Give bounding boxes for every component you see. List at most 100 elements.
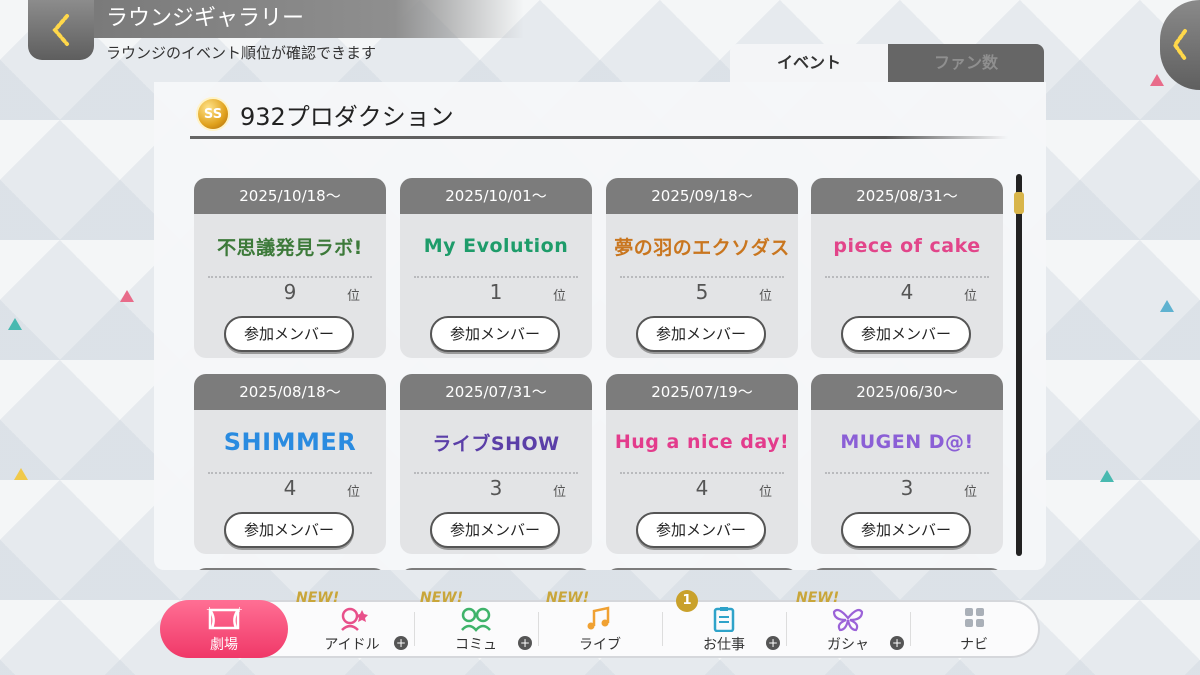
event-rank: 4 位: [606, 474, 798, 504]
nav-home-label: 劇場: [210, 637, 238, 653]
page-title: ラウンジギャラリー: [94, 0, 524, 38]
event-card: 2025/08/18～ SHIMMER 4 位 参加メンバー: [194, 374, 386, 554]
plus-icon: +: [890, 636, 904, 650]
nav-commu-button[interactable]: コミュ +: [414, 600, 538, 658]
idol-icon: [341, 607, 368, 631]
divider: [910, 612, 911, 646]
nav-label: ナビ: [960, 637, 988, 653]
rank-suffix: 位: [758, 485, 772, 500]
event-card-partial[interactable]: [606, 568, 798, 570]
nav-label: ライブ: [579, 637, 621, 653]
members-button[interactable]: 参加メンバー: [841, 512, 971, 548]
event-date: 2025/07/19～: [606, 374, 798, 410]
event-date: 2025/10/01～: [400, 178, 592, 214]
event-card: 2025/07/19～ Hug a nice day! 4 位 参加メンバー: [606, 374, 798, 554]
work-icon: [713, 607, 735, 632]
event-logo: Hug a nice day!: [614, 431, 790, 453]
rank-suffix: 位: [758, 289, 772, 304]
decor-triangle: [8, 318, 22, 330]
rank-suffix: 位: [346, 485, 360, 500]
event-card: 2025/07/31～ ライブSHOW 3 位 参加メンバー: [400, 374, 592, 554]
event-card-partial[interactable]: [194, 568, 386, 570]
decor-triangle: [120, 290, 134, 302]
chevron-left-icon: [52, 14, 69, 46]
event-logo: SHIMMER: [223, 428, 357, 456]
nav-home-button[interactable]: + + 劇場: [160, 600, 288, 658]
decor-triangle: [1150, 74, 1164, 86]
rank-suffix: 位: [963, 289, 977, 304]
members-button[interactable]: 参加メンバー: [224, 512, 354, 548]
scrollbar[interactable]: [1016, 174, 1022, 556]
members-button[interactable]: 参加メンバー: [430, 316, 560, 352]
event-date: 2025/09/18～: [606, 178, 798, 214]
event-card: 2025/10/18～ 不思議発見ラボ! 9 位 参加メンバー: [194, 178, 386, 358]
svg-text:+: +: [236, 605, 243, 614]
tab-fans[interactable]: ファン数: [888, 44, 1044, 82]
nav-live-button[interactable]: ライブ: [538, 600, 662, 658]
nav-idol-button[interactable]: アイドル +: [290, 600, 414, 658]
svg-text:+: +: [206, 605, 213, 614]
back-button[interactable]: [28, 0, 94, 60]
live-icon: [587, 606, 610, 630]
commu-icon: [461, 607, 491, 632]
event-rank: 4 位: [811, 278, 1003, 308]
plus-icon: +: [518, 636, 532, 650]
members-button[interactable]: 参加メンバー: [636, 316, 766, 352]
decor-triangle: [1160, 300, 1174, 312]
decor-triangle: [14, 468, 28, 480]
production-name: 932プロダクション: [240, 102, 454, 131]
event-date: 2025/06/30～: [811, 374, 1003, 410]
divider: [190, 136, 1008, 139]
rank-suffix: 位: [963, 485, 977, 500]
chevron-left-icon: [1172, 29, 1187, 61]
event-card: 2025/09/18～ 夢の羽のエクソダス 5 位 参加メンバー: [606, 178, 798, 358]
production-header: SS 932プロダクション: [196, 94, 454, 134]
event-date: 2025/10/18～: [194, 178, 386, 214]
event-logo: MUGEN D@!: [840, 431, 974, 453]
event-card-partial[interactable]: [811, 568, 1003, 570]
event-card: 2025/10/01～ My Evolution 1 位 参加メンバー: [400, 178, 592, 358]
members-button[interactable]: 参加メンバー: [841, 316, 971, 352]
theater-icon: + +: [206, 605, 243, 630]
scrollbar-thumb[interactable]: [1014, 192, 1024, 214]
event-rank: 3 位: [400, 474, 592, 504]
decor-triangle: [1100, 470, 1114, 482]
new-badge: NEW!: [796, 590, 840, 606]
event-logo: 夢の羽のエクソダス: [614, 236, 790, 259]
gacha-icon: [832, 608, 864, 632]
event-logo: ライブSHOW: [432, 432, 560, 455]
nav-gacha-button[interactable]: ガシャ +: [786, 600, 910, 658]
event-logo: piece of cake: [833, 235, 981, 257]
event-rank: 4 位: [194, 474, 386, 504]
gallery-panel: SS 932プロダクション 2025/10/18～ 不思議発見ラボ! 9 位 参…: [154, 82, 1046, 570]
event-logo: My Evolution: [423, 235, 569, 257]
event-card-partial[interactable]: [400, 568, 592, 570]
rank-suffix: 位: [552, 485, 566, 500]
members-button[interactable]: 参加メンバー: [224, 316, 354, 352]
nav-navi-button[interactable]: ナビ: [912, 600, 1036, 658]
count-badge: 1: [676, 590, 698, 612]
event-rank: 3 位: [811, 474, 1003, 504]
event-date: 2025/08/18～: [194, 374, 386, 410]
members-button[interactable]: 参加メンバー: [636, 512, 766, 548]
event-date: 2025/07/31～: [400, 374, 592, 410]
event-logo: 不思議発見ラボ!: [217, 236, 363, 259]
new-badge: NEW!: [296, 590, 340, 606]
plus-icon: +: [394, 636, 408, 650]
event-rank: 9 位: [194, 278, 386, 308]
event-card: 2025/08/31～ piece of cake 4 位 参加メンバー: [811, 178, 1003, 358]
navi-icon: [965, 608, 984, 627]
members-button[interactable]: 参加メンバー: [430, 512, 560, 548]
event-card: 2025/06/30～ MUGEN D@! 3 位 参加メンバー: [811, 374, 1003, 554]
rank-suffix: 位: [552, 289, 566, 304]
new-badge: NEW!: [420, 590, 464, 606]
page-subtitle: ラウンジのイベント順位が確認できます: [106, 44, 377, 62]
event-rank: 5 位: [606, 278, 798, 308]
plus-icon: +: [766, 636, 780, 650]
event-date: 2025/08/31～: [811, 178, 1003, 214]
new-badge: NEW!: [546, 590, 590, 606]
event-rank: 1 位: [400, 278, 592, 308]
tab-event[interactable]: イベント: [730, 44, 888, 82]
rank-suffix: 位: [346, 289, 360, 304]
rank-badge-icon: SS: [196, 97, 230, 131]
